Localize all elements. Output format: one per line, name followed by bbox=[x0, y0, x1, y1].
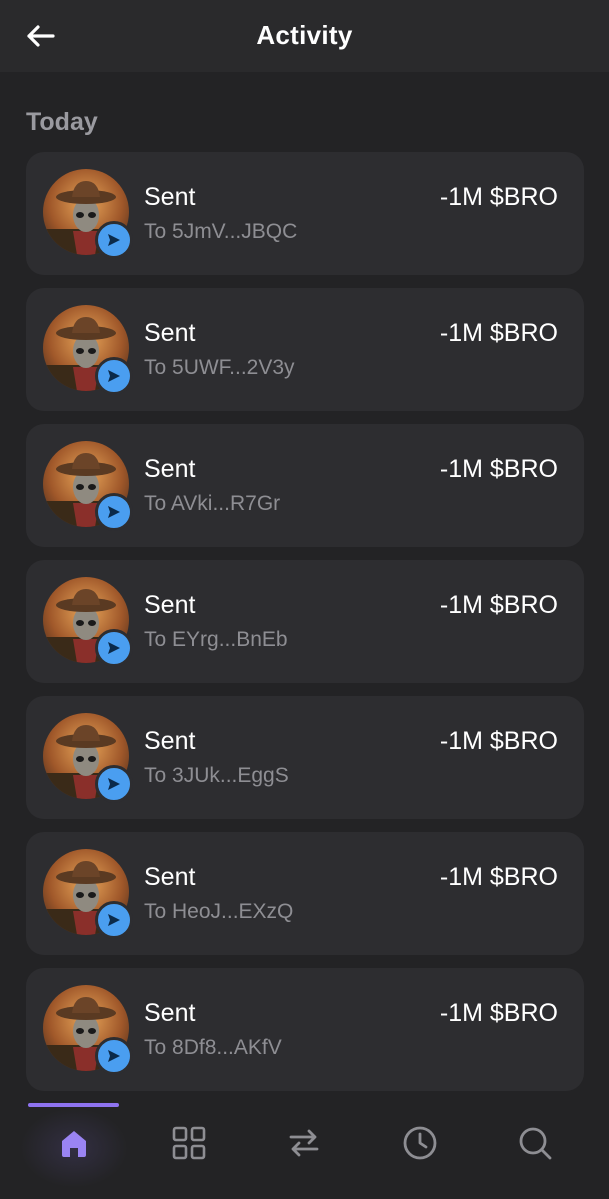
send-icon bbox=[95, 221, 133, 259]
activity-amount: -1M $BRO bbox=[439, 591, 558, 619]
activity-item[interactable]: Sent To EYrg...BnEb -1M $BRO bbox=[26, 560, 584, 683]
activity-amount: -1M $BRO bbox=[439, 863, 558, 891]
activity-type: Sent bbox=[144, 999, 196, 1027]
nav-home-button[interactable] bbox=[44, 1120, 104, 1170]
page-title: Activity bbox=[256, 20, 353, 50]
nav-collectibles-button[interactable] bbox=[159, 1120, 219, 1170]
grid-icon bbox=[171, 1125, 207, 1166]
send-icon bbox=[95, 629, 133, 667]
activity-recipient: To 8Df8...AKfV bbox=[144, 1036, 282, 1059]
activity-item[interactable]: Sent To 5UWF...2V3y -1M $BRO bbox=[26, 288, 584, 411]
activity-recipient: To HeoJ...EXzQ bbox=[144, 900, 294, 923]
header-bar: Activity bbox=[0, 0, 609, 72]
activity-amount: -1M $BRO bbox=[439, 455, 558, 483]
activity-recipient: To AVki...R7Gr bbox=[144, 492, 281, 515]
activity-item[interactable]: Sent To 5JmV...JBQC -1M $BRO bbox=[26, 152, 584, 275]
activity-type: Sent bbox=[144, 319, 196, 347]
send-icon bbox=[95, 493, 133, 531]
send-icon bbox=[95, 357, 133, 395]
activity-type: Sent bbox=[144, 863, 196, 891]
activity-item[interactable]: Sent To HeoJ...EXzQ -1M $BRO bbox=[26, 832, 584, 955]
section-title-today: Today bbox=[26, 108, 98, 136]
activity-type: Sent bbox=[144, 455, 196, 483]
activity-item[interactable]: Sent To 8Df8...AKfV -1M $BRO bbox=[26, 968, 584, 1091]
activity-recipient: To EYrg...BnEb bbox=[144, 628, 288, 651]
active-tab-indicator bbox=[28, 1103, 119, 1107]
activity-amount: -1M $BRO bbox=[439, 999, 558, 1027]
nav-search-button[interactable] bbox=[505, 1120, 565, 1170]
activity-type: Sent bbox=[144, 727, 196, 755]
nav-swap-button[interactable] bbox=[274, 1120, 334, 1170]
send-icon bbox=[95, 765, 133, 803]
bottom-nav bbox=[0, 1100, 609, 1199]
send-icon bbox=[95, 1037, 133, 1075]
activity-amount: -1M $BRO bbox=[439, 727, 558, 755]
activity-amount: -1M $BRO bbox=[439, 183, 558, 211]
nav-activity-button[interactable] bbox=[390, 1120, 450, 1170]
send-icon bbox=[95, 901, 133, 939]
home-icon bbox=[57, 1126, 91, 1165]
activity-item[interactable]: Sent To AVki...R7Gr -1M $BRO bbox=[26, 424, 584, 547]
clock-icon bbox=[402, 1125, 438, 1166]
search-icon bbox=[517, 1125, 553, 1166]
activity-recipient: To 3JUk...EggS bbox=[144, 764, 289, 787]
activity-recipient: To 5UWF...2V3y bbox=[144, 356, 295, 379]
activity-amount: -1M $BRO bbox=[439, 319, 558, 347]
activity-item[interactable]: Sent To 3JUk...EggS -1M $BRO bbox=[26, 696, 584, 819]
swap-icon bbox=[286, 1125, 322, 1166]
activity-list: Sent To 5JmV...JBQC -1M $BRO Sent To 5UW… bbox=[26, 152, 584, 1104]
activity-type: Sent bbox=[144, 183, 196, 211]
activity-recipient: To 5JmV...JBQC bbox=[144, 220, 298, 243]
activity-type: Sent bbox=[144, 591, 196, 619]
